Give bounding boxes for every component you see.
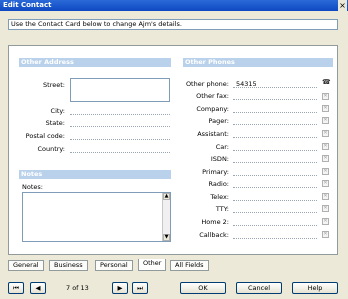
record-position: 7 of 13	[66, 284, 89, 292]
other-phones-header: Other Phones	[183, 58, 333, 67]
postal-code-label: Postal code:	[25, 132, 65, 140]
car-input[interactable]	[233, 150, 317, 151]
state-label: State:	[45, 119, 65, 127]
clear-icon[interactable]: ✕	[322, 231, 329, 238]
clear-icon[interactable]: ✕	[322, 105, 329, 112]
telex-input[interactable]	[233, 200, 317, 201]
pager-label: Pager:	[208, 117, 229, 125]
clear-icon[interactable]: ✕	[322, 117, 329, 124]
scroll-up-icon[interactable]: ▲	[163, 193, 170, 200]
tab-all-fields[interactable]: All Fields	[170, 260, 209, 271]
radio-input[interactable]	[233, 187, 317, 188]
primary-label: Primary:	[202, 168, 229, 176]
company-label: Company:	[196, 105, 229, 113]
tty-label: TTY:	[215, 205, 229, 213]
isdn-label: ISDN:	[210, 155, 229, 163]
help-button[interactable]: Help	[292, 282, 338, 294]
notes-textarea[interactable]	[22, 192, 171, 242]
notes-label: Notes:	[22, 183, 43, 191]
first-record-button[interactable]: ⏮	[8, 282, 24, 294]
clear-icon[interactable]: ✕	[322, 180, 329, 187]
clear-icon[interactable]: ✕	[322, 205, 329, 212]
telex-label: Telex:	[210, 193, 229, 201]
other-phone-value: 54315	[236, 80, 257, 88]
car-label: Car:	[215, 143, 229, 151]
other-fax-label: Other fax:	[196, 92, 229, 100]
country-input[interactable]	[70, 152, 170, 153]
clear-icon[interactable]: ✕	[322, 143, 329, 150]
clear-icon[interactable]: ✕	[322, 155, 329, 162]
tty-input[interactable]	[233, 212, 317, 213]
pager-input[interactable]	[233, 124, 317, 125]
next-record-button[interactable]: ▶	[112, 282, 128, 294]
other-phone-label: Other phone:	[185, 80, 229, 88]
scroll-down-icon[interactable]: ▼	[163, 234, 170, 241]
city-label: City:	[50, 107, 65, 115]
clear-icon[interactable]: ✕	[322, 93, 329, 100]
instructions-text: Use the Contact Card below to change Ajm…	[8, 19, 338, 30]
tab-personal[interactable]: Personal	[95, 260, 133, 271]
ok-button[interactable]: OK	[180, 282, 226, 294]
street-label: Street:	[43, 81, 65, 89]
clear-icon[interactable]: ✕	[322, 130, 329, 137]
assistant-input[interactable]	[233, 137, 317, 138]
notes-scrollbar[interactable]: ▲ ▼	[162, 193, 170, 241]
country-label: Country:	[37, 145, 65, 153]
phone-icon[interactable]: ☎	[322, 79, 331, 87]
postal-code-input[interactable]	[70, 139, 170, 140]
tab-business[interactable]: Business	[49, 260, 88, 271]
notes-header: Notes	[19, 170, 171, 179]
tab-other[interactable]: Other	[138, 259, 167, 271]
callback-input[interactable]	[233, 238, 317, 239]
isdn-input[interactable]	[233, 162, 317, 163]
tab-general[interactable]: General	[8, 260, 44, 271]
home2-input[interactable]	[233, 225, 317, 226]
state-input[interactable]	[70, 126, 170, 127]
other-fax-input[interactable]	[233, 99, 317, 100]
window-title: Edit Contact	[3, 1, 52, 9]
city-input[interactable]	[70, 114, 170, 115]
clear-icon[interactable]: ✕	[322, 168, 329, 175]
clear-icon[interactable]: ✕	[322, 218, 329, 225]
cancel-button[interactable]: Cancel	[236, 282, 282, 294]
home2-label: Home 2:	[201, 218, 229, 226]
street-input[interactable]	[70, 78, 170, 102]
window-titlebar: Edit Contact	[0, 0, 348, 11]
other-address-header: Other Address	[19, 58, 171, 67]
radio-label: Radio:	[208, 180, 229, 188]
close-button[interactable]: ×	[338, 0, 347, 11]
previous-record-button[interactable]: ◀	[30, 282, 46, 294]
callback-label: Callback:	[199, 231, 229, 239]
last-record-button[interactable]: ⏭	[132, 282, 148, 294]
assistant-label: Assistant:	[197, 130, 229, 138]
company-input[interactable]	[233, 112, 317, 113]
clear-icon[interactable]: ✕	[322, 193, 329, 200]
primary-input[interactable]	[233, 175, 317, 176]
